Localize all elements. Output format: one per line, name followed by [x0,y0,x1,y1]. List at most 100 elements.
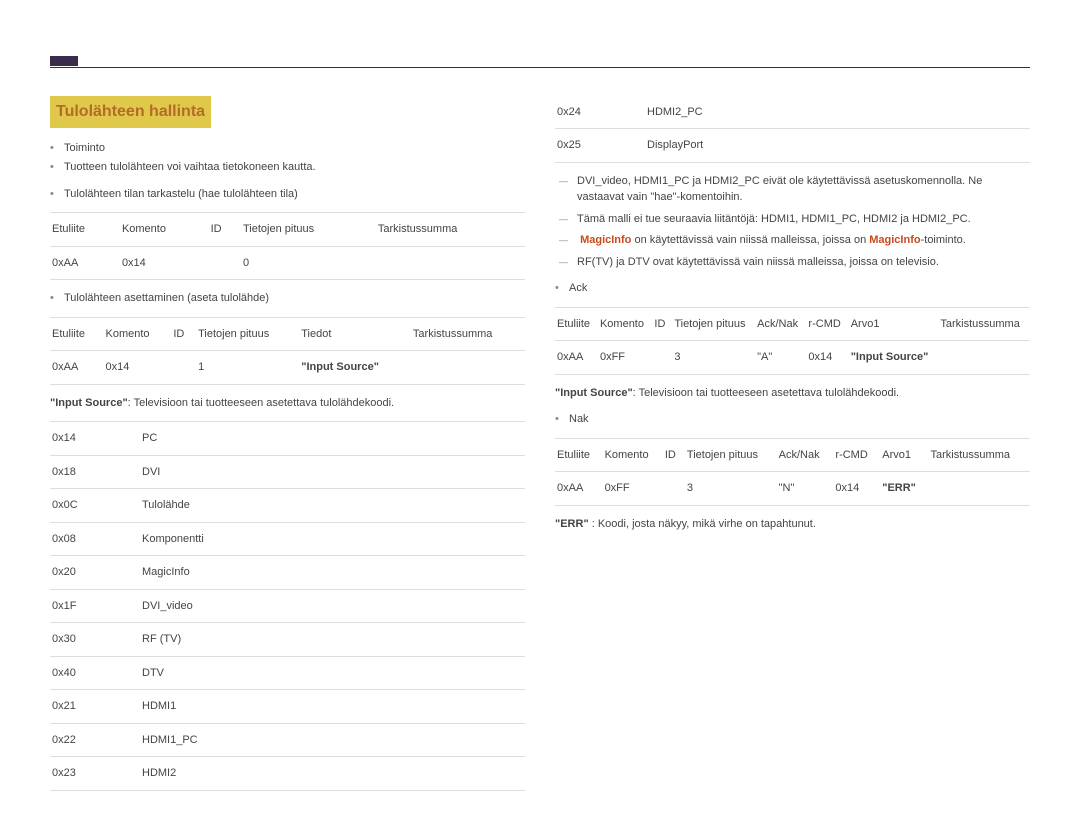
th: Etuliite [555,438,603,472]
td: 0x20 [50,556,140,590]
td: 0x14 [50,422,140,456]
td: 0x14 [806,341,848,375]
th: Tarkistussumma [376,213,525,247]
table-set-source: Etuliite Komento ID Tietojen pituus Tied… [50,317,525,385]
td: DTV [140,656,525,690]
th: Ack/Nak [755,307,806,341]
td [652,341,672,375]
td [411,351,525,385]
section-title: Tulolähteen hallinta [50,96,211,128]
td [209,246,241,280]
td: 0x40 [50,656,140,690]
td: 0x22 [50,723,140,757]
page-header [50,50,1030,68]
td: 1 [196,351,299,385]
list-item: DVI_video, HDMI1_PC ja HDMI2_PC eivät ol… [577,173,1030,206]
th: r-CMD [833,438,880,472]
th: Tarkistussumma [411,317,525,351]
table-ack: Etuliite Komento ID Tietojen pituus Ack/… [555,307,1030,375]
table-source-codes: 0x14PC0x18DVI0x0CTulolähde0x08Komponentt… [50,421,525,791]
td: 0xFF [598,341,652,375]
th: Komento [603,438,663,472]
th: Etuliite [555,307,598,341]
td: 0x14 [103,351,171,385]
th: Komento [103,317,171,351]
right-column: 0x24HDMI2_PC0x25DisplayPort DVI_video, H… [555,96,1030,801]
td: HDMI1 [140,690,525,724]
th: r-CMD [806,307,848,341]
list-item: RF(TV) ja DTV ovat käytettävissä vain ni… [577,254,1030,271]
header-rule [50,67,1030,68]
ack-bullet: Ack [569,280,1030,297]
th: Arvo1 [849,307,939,341]
err-text: : Koodi, josta näkyy, mikä virhe on tapa… [589,518,816,530]
td [376,246,525,280]
td: 0x23 [50,757,140,791]
td: 3 [672,341,755,375]
table-nak: Etuliite Komento ID Tietojen pituus Ack/… [555,438,1030,506]
td: 0xFF [603,472,663,506]
td: DVI [140,455,525,489]
td: "A" [755,341,806,375]
td: 0xAA [555,472,603,506]
td: 3 [685,472,777,506]
th: ID [171,317,196,351]
left-column: Tulolähteen hallinta Toiminto Tuotteen t… [50,96,525,801]
th: Etuliite [50,317,103,351]
input-source-desc: "Input Source": Televisioon tai tuottees… [50,395,525,412]
td: RF (TV) [140,623,525,657]
table-source-codes-cont: 0x24HDMI2_PC0x25DisplayPort [555,96,1030,163]
th: Tarkistussumma [938,307,1030,341]
desc-prefix: "Input Source" [50,397,128,409]
td [938,341,1030,375]
th: Tarkistussumma [929,438,1030,472]
td: 0x1F [50,589,140,623]
content-columns: Tulolähteen hallinta Toiminto Tuotteen t… [50,96,1030,801]
td [171,351,196,385]
nak-bullet: Nak [569,411,1030,428]
list-item: MagicInfo on käytettävissä vain niissä m… [577,232,1030,249]
table-get-status: Etuliite Komento ID Tietojen pituus Tark… [50,212,525,280]
td: HDMI2 [140,757,525,791]
desc-text: : Televisioon tai tuotteeseen asetettava… [633,387,899,399]
th: ID [663,438,685,472]
bullet-list-1: Toiminto Tuotteen tulolähteen voi vaihta… [64,140,525,176]
td: HDMI2_PC [645,96,1030,129]
td: DisplayPort [645,129,1030,163]
td: 0xAA [50,351,103,385]
td: 0x21 [50,690,140,724]
list-item: Tämä malli ei tue seuraavia liitäntöjä: … [577,211,1030,228]
err-desc: "ERR" : Koodi, josta näkyy, mikä virhe o… [555,516,1030,533]
list-item: Ack [569,280,1030,297]
td: 0xAA [50,246,120,280]
header-block [50,56,78,66]
th: Etuliite [50,213,120,247]
text: -toiminto. [921,234,966,246]
td: 0x14 [120,246,209,280]
list-item: Tuotteen tulolähteen voi vaihtaa tietoko… [64,159,525,176]
td: 0x25 [555,129,645,163]
text: on käytettävissä vain niissä malleissa, … [631,234,869,246]
input-source-desc-2: "Input Source": Televisioon tai tuottees… [555,385,1030,402]
err-prefix: "ERR" [555,518,589,530]
th: Tietojen pituus [685,438,777,472]
list-item: Nak [569,411,1030,428]
td: "Input Source" [299,351,411,385]
td: "N" [777,472,834,506]
desc-text: : Televisioon tai tuotteeseen asetettava… [128,397,394,409]
td: Tulolähde [140,489,525,523]
magicinfo-highlight: MagicInfo [580,234,631,246]
list-item: Tulolähteen tilan tarkastelu (hae tulolä… [64,186,525,203]
list-item: Tulolähteen asettaminen (aseta tulolähde… [64,290,525,307]
th: Tietojen pituus [196,317,299,351]
magicinfo-highlight: MagicInfo [869,234,920,246]
td: HDMI1_PC [140,723,525,757]
td: 0x0C [50,489,140,523]
td [929,472,1030,506]
td: DVI_video [140,589,525,623]
td: 0x14 [833,472,880,506]
th: Tietojen pituus [672,307,755,341]
td: Komponentti [140,522,525,556]
th: Ack/Nak [777,438,834,472]
th: Komento [598,307,652,341]
